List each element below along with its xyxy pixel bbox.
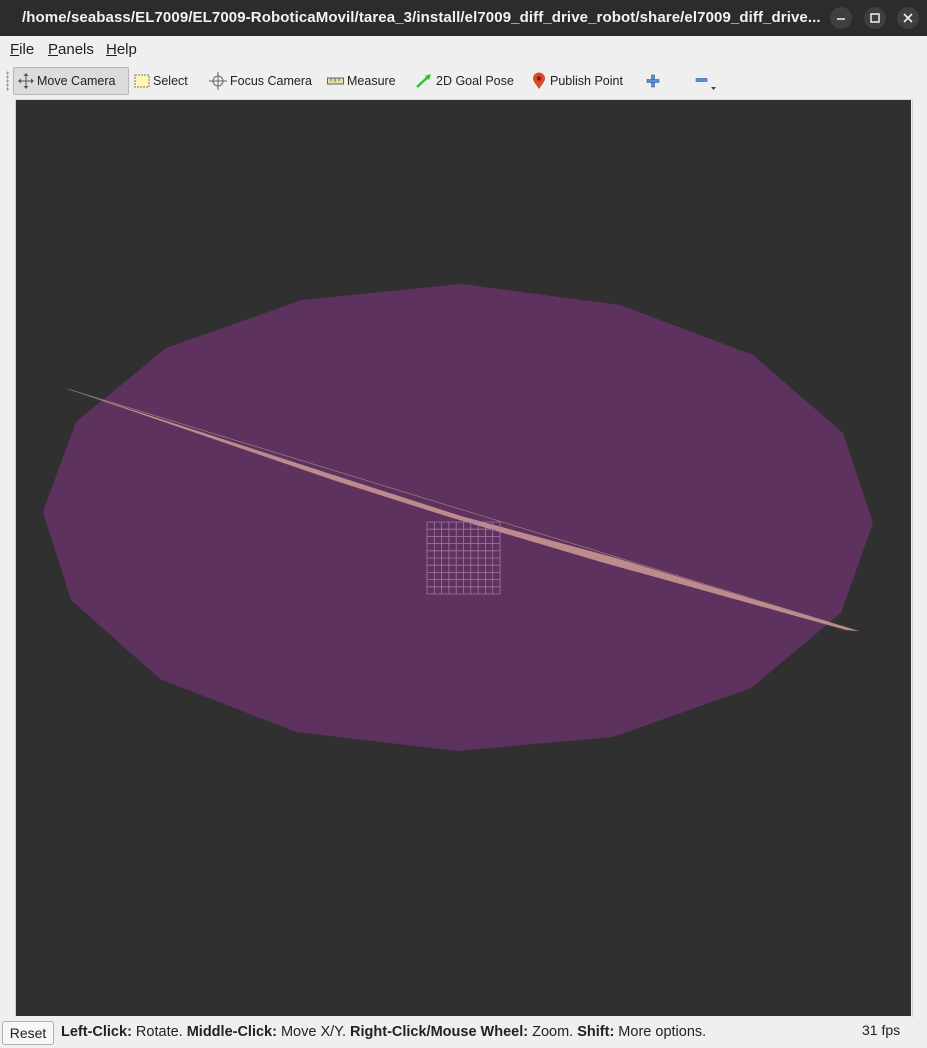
move-camera-label: Move Camera: [37, 74, 116, 88]
menu-help[interactable]: Help: [106, 41, 137, 58]
title-bar: /home/seabass/EL7009/EL7009-RoboticaMovi…: [0, 0, 927, 36]
menu-file-label: ile: [19, 41, 35, 58]
focus-camera-tool[interactable]: Focus Camera: [205, 67, 316, 95]
window-title: /home/seabass/EL7009/EL7009-RoboticaMovi…: [22, 9, 821, 26]
hint-right-click-desc: Zoom.: [528, 1024, 578, 1040]
hint-right-click-key: Right-Click/Mouse Wheel:: [350, 1024, 529, 1040]
hint-left-click-desc: Rotate.: [131, 1024, 187, 1040]
hint-shift-desc: More options.: [614, 1024, 707, 1040]
publish-point-label: Publish Point: [550, 74, 623, 88]
hint-middle-click-key: Middle-Click:: [186, 1024, 277, 1040]
reset-button[interactable]: Reset: [2, 1021, 54, 1045]
focus-camera-label: Focus Camera: [230, 74, 312, 88]
toolbar-grip[interactable]: [6, 71, 9, 91]
menu-file[interactable]: File: [10, 41, 34, 58]
right-dock-collapsed[interactable]: [912, 99, 927, 1017]
menu-panels-mnemonic: P: [48, 41, 59, 58]
menu-panels[interactable]: Panels: [48, 41, 94, 58]
left-dock-collapsed[interactable]: [0, 99, 16, 1017]
ruler-icon: [327, 77, 344, 85]
menu-help-label: elp: [116, 41, 137, 58]
map-pin-icon: [533, 72, 545, 89]
menu-file-mnemonic: F: [10, 41, 20, 58]
plus-icon: [646, 74, 660, 88]
remove-tool-button[interactable]: [690, 67, 723, 95]
green-arrow-icon: [416, 74, 431, 88]
close-icon: [903, 13, 913, 23]
menu-bar: File Panels Help: [0, 36, 927, 62]
measure-tool[interactable]: Measure: [323, 67, 400, 95]
tool-bar: Move Camera Select Focus Camera Measure …: [0, 62, 927, 100]
goal-pose-label: 2D Goal Pose: [436, 74, 514, 88]
status-bar: Reset Left-Click: Rotate. Middle-Click: …: [0, 1017, 927, 1048]
focus-camera-icon: [209, 72, 227, 90]
move-camera-tool[interactable]: Move Camera: [13, 67, 129, 95]
add-tool-button[interactable]: [642, 67, 667, 95]
select-icon: [134, 74, 150, 88]
hint-middle-click-desc: Move X/Y.: [276, 1024, 351, 1040]
scene-canvas[interactable]: [16, 100, 911, 1016]
menu-panels-label: anels: [58, 41, 94, 58]
maximize-icon: [870, 13, 880, 23]
select-label: Select: [153, 74, 188, 88]
close-button[interactable]: [897, 7, 919, 29]
mouse-hints: Left-Click: Rotate. Middle-Click: Move X…: [61, 1024, 706, 1040]
hint-shift-key: Shift:: [577, 1024, 615, 1040]
minimize-button[interactable]: [830, 7, 852, 29]
fps-counter: 31 fps: [862, 1022, 901, 1038]
measure-label: Measure: [347, 74, 396, 88]
menu-help-mnemonic: H: [106, 41, 117, 58]
move-camera-icon: [18, 73, 34, 89]
render-viewport[interactable]: [16, 100, 911, 1016]
maximize-button[interactable]: [864, 7, 886, 29]
minus-icon: [695, 78, 716, 90]
select-tool[interactable]: Select: [130, 67, 192, 95]
minimize-icon: [837, 18, 845, 20]
publish-point-tool[interactable]: Publish Point: [527, 67, 627, 95]
hint-left-click-key: Left-Click:: [61, 1024, 132, 1040]
goal-pose-tool[interactable]: 2D Goal Pose: [411, 67, 518, 95]
